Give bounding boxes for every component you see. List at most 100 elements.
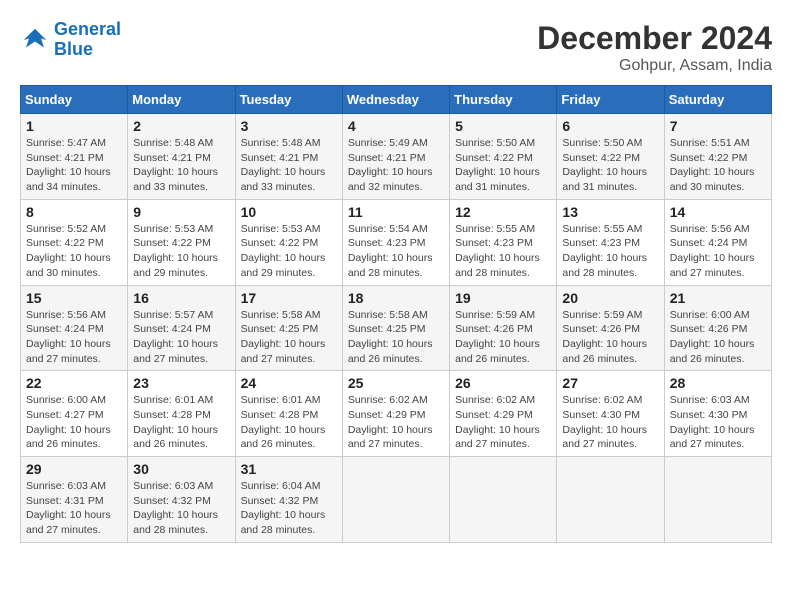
day-info: Sunrise: 5:54 AMSunset: 4:23 PMDaylight:…	[348, 222, 444, 281]
day-info: Sunrise: 6:01 AMSunset: 4:28 PMDaylight:…	[133, 393, 229, 452]
logo-blue: Blue	[54, 40, 121, 60]
calendar-week-2: 8 Sunrise: 5:52 AMSunset: 4:22 PMDaylight…	[21, 199, 772, 285]
calendar-day-31: 31 Sunrise: 6:04 AMSunset: 4:32 PMDayligh…	[235, 457, 342, 543]
page-header: General Blue December 2024 Gohpur, Assam…	[20, 20, 772, 75]
calendar-table: SundayMondayTuesdayWednesdayThursdayFrid…	[20, 85, 772, 543]
header-wednesday: Wednesday	[342, 86, 449, 114]
header-friday: Friday	[557, 86, 664, 114]
day-info: Sunrise: 6:00 AMSunset: 4:27 PMDaylight:…	[26, 393, 122, 452]
day-number: 9	[133, 204, 229, 220]
calendar-day-17: 17 Sunrise: 5:58 AMSunset: 4:25 PMDayligh…	[235, 285, 342, 371]
calendar-header-row: SundayMondayTuesdayWednesdayThursdayFrid…	[21, 86, 772, 114]
day-info: Sunrise: 6:01 AMSunset: 4:28 PMDaylight:…	[241, 393, 337, 452]
calendar-header: SundayMondayTuesdayWednesdayThursdayFrid…	[21, 86, 772, 114]
day-number: 26	[455, 375, 551, 391]
day-info: Sunrise: 5:48 AMSunset: 4:21 PMDaylight:…	[133, 136, 229, 195]
day-number: 20	[562, 290, 658, 306]
calendar-day-1: 1 Sunrise: 5:47 AMSunset: 4:21 PMDaylight…	[21, 114, 128, 200]
day-number: 5	[455, 118, 551, 134]
day-info: Sunrise: 5:52 AMSunset: 4:22 PMDaylight:…	[26, 222, 122, 281]
calendar-day-24: 24 Sunrise: 6:01 AMSunset: 4:28 PMDayligh…	[235, 371, 342, 457]
calendar-body: 1 Sunrise: 5:47 AMSunset: 4:21 PMDaylight…	[21, 114, 772, 543]
calendar-day-22: 22 Sunrise: 6:00 AMSunset: 4:27 PMDayligh…	[21, 371, 128, 457]
day-number: 27	[562, 375, 658, 391]
calendar-day-21: 21Sunrise: 6:00 AMSunset: 4:26 PMDayligh…	[664, 285, 771, 371]
day-info: Sunrise: 5:53 AMSunset: 4:22 PMDaylight:…	[133, 222, 229, 281]
day-number: 19	[455, 290, 551, 306]
day-info: Sunrise: 5:56 AMSunset: 4:24 PMDaylight:…	[670, 222, 766, 281]
day-info: Sunrise: 5:47 AMSunset: 4:21 PMDaylight:…	[26, 136, 122, 195]
day-info: Sunrise: 6:02 AMSunset: 4:29 PMDaylight:…	[348, 393, 444, 452]
day-number: 2	[133, 118, 229, 134]
day-number: 1	[26, 118, 122, 134]
day-number: 24	[241, 375, 337, 391]
day-number: 10	[241, 204, 337, 220]
calendar-day-4: 4Sunrise: 5:49 AMSunset: 4:21 PMDaylight…	[342, 114, 449, 200]
header-tuesday: Tuesday	[235, 86, 342, 114]
calendar-empty-cell	[664, 457, 771, 543]
day-info: Sunrise: 5:55 AMSunset: 4:23 PMDaylight:…	[562, 222, 658, 281]
day-number: 31	[241, 461, 337, 477]
day-info: Sunrise: 5:58 AMSunset: 4:25 PMDaylight:…	[348, 308, 444, 367]
calendar-day-10: 10 Sunrise: 5:53 AMSunset: 4:22 PMDayligh…	[235, 199, 342, 285]
day-info: Sunrise: 6:03 AMSunset: 4:30 PMDaylight:…	[670, 393, 766, 452]
day-number: 21	[670, 290, 766, 306]
calendar-day-15: 15 Sunrise: 5:56 AMSunset: 4:24 PMDayligh…	[21, 285, 128, 371]
day-info: Sunrise: 6:03 AMSunset: 4:31 PMDaylight:…	[26, 479, 122, 538]
calendar-day-14: 14Sunrise: 5:56 AMSunset: 4:24 PMDayligh…	[664, 199, 771, 285]
logo-general: General	[54, 19, 121, 39]
day-number: 25	[348, 375, 444, 391]
day-info: Sunrise: 5:50 AMSunset: 4:22 PMDaylight:…	[455, 136, 551, 195]
day-info: Sunrise: 5:51 AMSunset: 4:22 PMDaylight:…	[670, 136, 766, 195]
title-block: December 2024 Gohpur, Assam, India	[537, 20, 772, 75]
calendar-day-18: 18 Sunrise: 5:58 AMSunset: 4:25 PMDayligh…	[342, 285, 449, 371]
calendar-day-23: 23 Sunrise: 6:01 AMSunset: 4:28 PMDayligh…	[128, 371, 235, 457]
calendar-day-7: 7Sunrise: 5:51 AMSunset: 4:22 PMDaylight…	[664, 114, 771, 200]
day-number: 3	[241, 118, 337, 134]
day-number: 15	[26, 290, 122, 306]
calendar-day-8: 8 Sunrise: 5:52 AMSunset: 4:22 PMDaylight…	[21, 199, 128, 285]
day-info: Sunrise: 6:02 AMSunset: 4:29 PMDaylight:…	[455, 393, 551, 452]
calendar-day-25: 25 Sunrise: 6:02 AMSunset: 4:29 PMDayligh…	[342, 371, 449, 457]
calendar-day-26: 26 Sunrise: 6:02 AMSunset: 4:29 PMDayligh…	[450, 371, 557, 457]
calendar-day-12: 12 Sunrise: 5:55 AMSunset: 4:23 PMDayligh…	[450, 199, 557, 285]
day-number: 17	[241, 290, 337, 306]
header-sunday: Sunday	[21, 86, 128, 114]
day-info: Sunrise: 6:03 AMSunset: 4:32 PMDaylight:…	[133, 479, 229, 538]
logo-text: General Blue	[54, 20, 121, 60]
header-monday: Monday	[128, 86, 235, 114]
day-number: 11	[348, 204, 444, 220]
logo: General Blue	[20, 20, 121, 60]
day-info: Sunrise: 5:59 AMSunset: 4:26 PMDaylight:…	[562, 308, 658, 367]
day-number: 4	[348, 118, 444, 134]
day-info: Sunrise: 5:55 AMSunset: 4:23 PMDaylight:…	[455, 222, 551, 281]
calendar-day-27: 27Sunrise: 6:02 AMSunset: 4:30 PMDayligh…	[557, 371, 664, 457]
header-thursday: Thursday	[450, 86, 557, 114]
calendar-day-30: 30Sunrise: 6:03 AMSunset: 4:32 PMDayligh…	[128, 457, 235, 543]
day-number: 8	[26, 204, 122, 220]
day-info: Sunrise: 5:53 AMSunset: 4:22 PMDaylight:…	[241, 222, 337, 281]
day-number: 18	[348, 290, 444, 306]
day-info: Sunrise: 6:04 AMSunset: 4:32 PMDaylight:…	[241, 479, 337, 538]
day-info: Sunrise: 5:50 AMSunset: 4:22 PMDaylight:…	[562, 136, 658, 195]
day-number: 12	[455, 204, 551, 220]
day-number: 28	[670, 375, 766, 391]
day-number: 16	[133, 290, 229, 306]
day-info: Sunrise: 5:56 AMSunset: 4:24 PMDaylight:…	[26, 308, 122, 367]
calendar-day-3: 3 Sunrise: 5:48 AMSunset: 4:21 PMDaylight…	[235, 114, 342, 200]
calendar-day-20: 20 Sunrise: 5:59 AMSunset: 4:26 PMDayligh…	[557, 285, 664, 371]
calendar-day-29: 29Sunrise: 6:03 AMSunset: 4:31 PMDayligh…	[21, 457, 128, 543]
day-number: 23	[133, 375, 229, 391]
day-number: 6	[562, 118, 658, 134]
calendar-day-16: 16Sunrise: 5:57 AMSunset: 4:24 PMDayligh…	[128, 285, 235, 371]
calendar-day-28: 28 Sunrise: 6:03 AMSunset: 4:30 PMDayligh…	[664, 371, 771, 457]
day-info: Sunrise: 5:58 AMSunset: 4:25 PMDaylight:…	[241, 308, 337, 367]
day-number: 13	[562, 204, 658, 220]
calendar-day-9: 9 Sunrise: 5:53 AMSunset: 4:22 PMDaylight…	[128, 199, 235, 285]
calendar-location: Gohpur, Assam, India	[537, 57, 772, 75]
day-number: 22	[26, 375, 122, 391]
calendar-week-1: 1 Sunrise: 5:47 AMSunset: 4:21 PMDaylight…	[21, 114, 772, 200]
calendar-day-19: 19Sunrise: 5:59 AMSunset: 4:26 PMDayligh…	[450, 285, 557, 371]
calendar-title: December 2024	[537, 20, 772, 57]
day-info: Sunrise: 5:48 AMSunset: 4:21 PMDaylight:…	[241, 136, 337, 195]
